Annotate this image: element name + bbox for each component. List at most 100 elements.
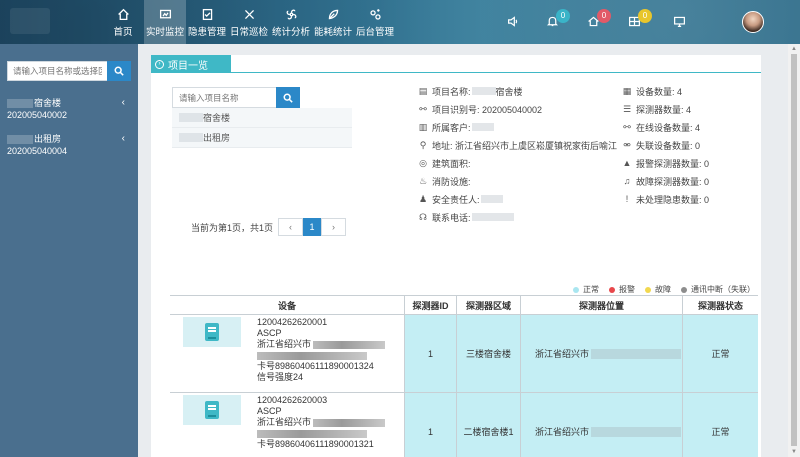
device-cell: 12004262620003 ASCP 浙江省绍兴市 卡号89860406111… xyxy=(170,393,404,457)
fire-facilities-label: 消防设施: xyxy=(432,176,471,187)
device-card: 卡号89860406111890001321 xyxy=(257,439,374,449)
device-count: 设备数量: 4 xyxy=(636,86,683,97)
detector-id: 1 xyxy=(404,315,456,392)
nav-realtime-monitor-label: 实时监控 xyxy=(145,27,184,38)
fan-icon xyxy=(285,6,298,22)
device-thumbnail xyxy=(183,317,241,347)
alarm-panel-count-badge: 0 xyxy=(638,8,652,23)
detector-count: 探测器数量: 4 xyxy=(636,104,692,115)
page-scrollbar[interactable]: ▲ ▼ xyxy=(788,44,800,457)
project-code-label: 项目识别号: 202005040002 xyxy=(432,104,543,115)
device-info: 12004262620001 ASCP 浙江省绍兴市 卡号89860406111… xyxy=(257,317,386,383)
redacted-text xyxy=(591,348,682,359)
col-detector-status: 探测器状态 xyxy=(682,296,758,314)
project-name: 宿舍楼 xyxy=(203,113,231,123)
scrollbar-thumb[interactable] xyxy=(791,54,797,446)
alarm-panel-button[interactable]: 0 xyxy=(628,8,652,30)
link-icon: ⚯ xyxy=(419,103,427,114)
redacted-text xyxy=(179,113,203,122)
home-icon xyxy=(117,6,130,22)
search-icon xyxy=(114,66,124,76)
nav-statistics[interactable]: 统计分析 xyxy=(270,0,312,44)
legend-label: 报警 xyxy=(619,285,635,294)
building-icon: ▥ xyxy=(418,121,428,132)
nav-admin-label: 后台管理 xyxy=(355,27,394,38)
legend-alarm: 报警 xyxy=(609,284,635,295)
volume-icon xyxy=(507,15,520,30)
nav-daily-inspection[interactable]: 日常巡检 xyxy=(228,0,270,44)
user-avatar[interactable] xyxy=(742,11,764,33)
detector-status: 正常 xyxy=(682,393,758,457)
nav-energy-statistics-label: 能耗统计 xyxy=(313,27,352,38)
arrow-circle-icon: › xyxy=(155,59,164,69)
pagination: 当前为第1页，共1页 ‹ 1 › xyxy=(191,218,347,236)
monitor-icon xyxy=(159,6,172,22)
col-detector-id: 探测器ID xyxy=(404,296,456,314)
detector-location: 浙江省绍兴市 xyxy=(535,427,590,437)
detector-table: 设备 探测器ID 探测器区域 探测器位置 探测器状态 1200426262000… xyxy=(170,295,758,457)
sidebar-item-dormitory[interactable]: 宿舍楼 202005040002 ‹ xyxy=(7,97,131,121)
detector-area: 三楼宿舍楼 xyxy=(456,315,520,392)
screen-button[interactable] xyxy=(673,15,686,30)
tab-project-overview[interactable]: › 项目一览 xyxy=(151,55,231,73)
nav-hazard-management[interactable]: 隐患管理 xyxy=(186,0,228,44)
legend-label: 通讯中断（失联） xyxy=(691,285,755,294)
chevron-left-icon: ‹ xyxy=(121,133,125,144)
table-row[interactable]: 12004262620001 ASCP 浙江省绍兴市 卡号89860406111… xyxy=(170,315,758,393)
home-alert-button[interactable]: 0 xyxy=(587,8,611,30)
project-name-value: 宿舍楼 xyxy=(495,86,523,97)
device-card: 卡号89860406111890001324 xyxy=(257,361,374,371)
list-item[interactable]: 出租房 xyxy=(172,128,352,148)
scroll-up-icon[interactable]: ▲ xyxy=(791,46,797,52)
nav-energy-statistics[interactable]: 能耗统计 xyxy=(312,0,354,44)
project-list: 宿舍楼 出租房 xyxy=(172,108,352,148)
device-address: 浙江省绍兴市 xyxy=(257,339,312,349)
prev-page-button[interactable]: ‹ xyxy=(278,218,304,236)
settings-icon xyxy=(369,6,382,22)
sidebar-item-rental[interactable]: 出租房 202005040004 ‹ xyxy=(7,133,131,157)
volume-button[interactable] xyxy=(507,15,520,30)
scroll-down-icon[interactable]: ▼ xyxy=(791,449,797,455)
id-card-icon: ▤ xyxy=(418,85,428,96)
grid-icon: ▦ xyxy=(622,85,632,96)
redacted-text xyxy=(179,133,203,142)
project-search xyxy=(172,87,300,108)
notification-count-badge: 0 xyxy=(556,8,570,23)
list-item[interactable]: 宿舍楼 xyxy=(172,108,352,128)
table-row[interactable]: 12004262620003 ASCP 浙江省绍兴市 卡号89860406111… xyxy=(170,393,758,457)
top-right-tools: 0 0 0 xyxy=(485,0,800,44)
tools-icon xyxy=(243,6,256,22)
device-address: 浙江省绍兴市 xyxy=(257,417,312,427)
sidebar-item-code: 202005040004 xyxy=(7,146,68,156)
checklist-icon xyxy=(201,6,214,22)
nav-home-label: 首页 xyxy=(113,27,133,38)
nav-admin[interactable]: 后台管理 xyxy=(354,0,396,44)
nav-realtime-monitor[interactable]: 实时监控 xyxy=(144,0,186,44)
project-search-input[interactable] xyxy=(172,87,276,108)
next-page-button[interactable]: › xyxy=(321,218,347,236)
page-1-button[interactable]: 1 xyxy=(303,218,322,236)
notification-button[interactable]: 0 xyxy=(546,8,570,30)
sidebar-search-input[interactable] xyxy=(7,61,107,81)
energy-icon xyxy=(327,6,340,22)
nav-home[interactable]: 首页 xyxy=(102,0,144,44)
nav-daily-inspection-label: 日常巡检 xyxy=(229,27,268,38)
display-icon xyxy=(673,15,686,30)
legend-dot xyxy=(681,286,687,293)
top-nav-bar: 首页 实时监控 隐患管理 日常巡检 统计分析 能耗统计 后台管理 0 0 0 xyxy=(0,0,800,44)
nav-statistics-label: 统计分析 xyxy=(271,27,310,38)
device-model: ASCP xyxy=(257,328,282,338)
legend-dot xyxy=(609,286,615,293)
headset-icon: ☊ xyxy=(419,211,427,222)
chevron-left-icon: ‹ xyxy=(121,97,125,108)
project-name: 出租房 xyxy=(203,133,231,143)
sliders-icon: ☰ xyxy=(622,103,632,114)
sidebar-search-button[interactable] xyxy=(107,61,131,81)
redacted-text xyxy=(480,195,503,203)
legend-label: 正常 xyxy=(583,285,599,294)
fault-detector-count: 故障探测器数量: 0 xyxy=(636,176,710,187)
device-icon xyxy=(205,401,219,419)
col-detector-location: 探测器位置 xyxy=(520,296,682,314)
project-search-button[interactable] xyxy=(276,87,300,108)
page-summary: 当前为第1页，共1页 xyxy=(191,222,274,233)
